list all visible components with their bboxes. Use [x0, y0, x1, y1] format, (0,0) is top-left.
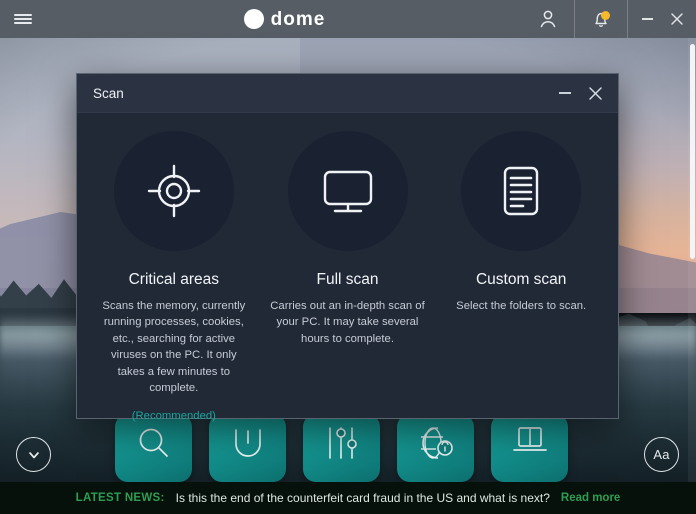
news-headline: Is this the end of the counterfeit card …: [175, 491, 550, 505]
scan-option-title: Custom scan: [475, 271, 567, 288]
window-title-bar: dome: [0, 0, 696, 38]
scrollbar-thumb[interactable]: [690, 44, 695, 259]
scan-option-full-scan[interactable]: Full scan Carries out an in-depth scan o…: [261, 131, 435, 422]
sliders-tuning-icon: [328, 427, 357, 459]
scan-option-icon-circle: [287, 131, 408, 251]
toolbar-button-vpn[interactable]: [397, 414, 474, 482]
globe-lock-icon: [420, 427, 453, 459]
scan-option-recommended-label: (Recommended): [131, 409, 216, 422]
notification-badge-dot: [601, 11, 610, 20]
hamburger-menu-icon: [14, 12, 32, 26]
scan-option-description: Scans the memory, currently running proc…: [102, 300, 246, 395]
latest-news-bar: LATEST NEWS: Is this the end of the coun…: [0, 482, 696, 514]
account-button[interactable]: [522, 0, 574, 38]
toolbar-button-devices[interactable]: [491, 414, 568, 482]
monitor-display-icon: [323, 170, 372, 213]
magnifier-scan-icon: [139, 428, 168, 457]
scan-option-title: Full scan: [316, 271, 379, 288]
feature-button-row: [115, 414, 568, 482]
scan-options-row: Critical areas Scans the memory, current…: [77, 113, 618, 422]
scan-option-description: Select the folders to scan.: [456, 300, 587, 312]
titlebar-actions: [522, 0, 696, 38]
hamburger-menu-button[interactable]: [0, 0, 46, 38]
page-scrollbar[interactable]: [688, 38, 696, 482]
close-icon: [588, 86, 602, 100]
power-shield-icon: [234, 429, 261, 457]
bell-notification-icon: [595, 12, 607, 27]
scan-dialog: Scan Critical areas Scans the memory, cu…: [76, 73, 619, 422]
toolbar-button-protection[interactable]: [209, 414, 286, 482]
close-icon: [671, 13, 683, 25]
toolbar-button-antivirus[interactable]: [115, 414, 192, 482]
panda-logo-icon: [243, 8, 265, 30]
close-button[interactable]: [662, 0, 692, 38]
scan-option-icon-circle: [461, 131, 582, 251]
scan-option-description: Carries out an in-depth scan of your PC.…: [270, 300, 425, 345]
chevron-down-icon: [28, 451, 39, 458]
crosshair-target-icon: [147, 164, 201, 218]
notifications-button[interactable]: [574, 0, 627, 38]
brand-logo: dome: [243, 8, 326, 30]
scan-dialog-title: Scan: [93, 85, 124, 101]
text-size-button[interactable]: Aa: [644, 437, 679, 472]
scroll-down-button[interactable]: [16, 437, 51, 472]
minimize-icon: [559, 92, 571, 94]
toolbar-button-tuning[interactable]: [303, 414, 380, 482]
scan-dialog-minimize-button[interactable]: [550, 78, 580, 108]
scan-dialog-close-button[interactable]: [580, 78, 610, 108]
document-lines-icon: [503, 166, 539, 216]
news-label: LATEST NEWS:: [75, 492, 165, 504]
laptop-icon: [512, 427, 547, 451]
scan-option-icon-circle: [113, 131, 234, 251]
minimize-icon: [641, 18, 653, 20]
brand-name: dome: [270, 8, 326, 30]
news-read-more-link[interactable]: Read more: [561, 492, 620, 504]
scan-option-title: Critical areas: [128, 271, 220, 288]
text-size-label: Aa: [653, 447, 670, 462]
minimize-button[interactable]: [632, 0, 662, 38]
user-account-icon: [540, 10, 556, 28]
scan-option-custom-scan[interactable]: Custom scan Select the folders to scan.: [434, 131, 608, 422]
scan-option-critical-areas[interactable]: Critical areas Scans the memory, current…: [87, 131, 261, 422]
window-controls: [627, 0, 696, 38]
panda-dome-window: Aa LATEST NEWS: Is this the end of the c…: [0, 0, 696, 514]
scan-dialog-header: Scan: [77, 74, 618, 113]
